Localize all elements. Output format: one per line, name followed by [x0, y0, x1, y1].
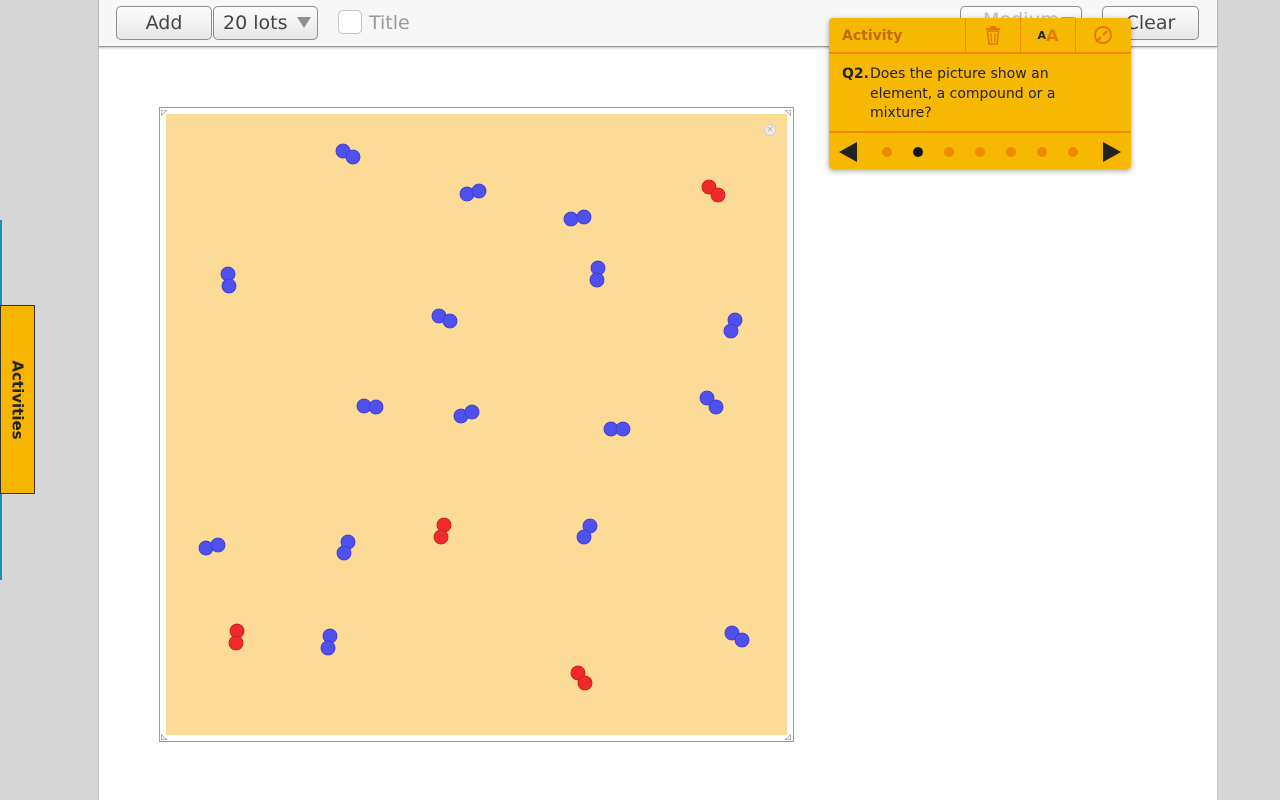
red-molecule — [228, 623, 245, 651]
question-dot[interactable] — [913, 147, 923, 157]
title-checkbox[interactable] — [338, 10, 362, 34]
blue-molecule — [335, 143, 361, 165]
blue-molecule — [356, 398, 384, 415]
blue-molecule — [589, 260, 606, 288]
add-button[interactable]: Add — [116, 6, 212, 40]
blue-molecule — [576, 518, 598, 545]
blue-atom — [589, 272, 605, 288]
question-number: Q2. — [842, 66, 869, 82]
simulation-frame: ◸ ◹ ◺ ◿ × — [159, 107, 794, 742]
red-molecule — [701, 179, 726, 203]
blue-atom — [368, 399, 384, 415]
blue-atom — [471, 183, 487, 199]
blue-atom — [336, 545, 352, 561]
question-dot[interactable] — [944, 147, 954, 157]
blue-atom — [320, 640, 336, 656]
red-molecule — [433, 517, 452, 545]
blue-atom — [708, 399, 724, 415]
font-size-icon[interactable]: AA — [1020, 18, 1075, 52]
question-dot[interactable] — [1037, 147, 1047, 157]
red-atom — [710, 187, 726, 203]
question-dot[interactable] — [1068, 147, 1078, 157]
blue-molecule — [563, 209, 592, 227]
blue-atom — [221, 278, 237, 294]
trash-icon[interactable] — [965, 18, 1020, 52]
blue-atom — [734, 632, 750, 648]
molecules-layer — [198, 143, 750, 691]
title-checkbox-label: Title — [369, 12, 410, 34]
blue-molecule — [453, 404, 480, 424]
blue-molecule — [699, 390, 724, 415]
question: Q2. Does the picture show an element, a … — [842, 65, 1082, 124]
red-atom — [577, 675, 593, 691]
blue-atom — [210, 537, 226, 553]
close-icon[interactable]: × — [764, 124, 776, 136]
blue-molecule — [198, 537, 226, 556]
activity-navigation — [829, 131, 1131, 169]
previous-arrow-icon[interactable] — [839, 142, 857, 162]
blue-molecule — [459, 183, 487, 202]
blue-atom — [442, 313, 458, 329]
question-text: Does the picture show an element, a comp… — [870, 66, 1056, 121]
next-arrow-icon[interactable] — [1103, 142, 1121, 162]
activity-panel: Activity AA Q2. Does the picture show an… — [829, 18, 1131, 169]
blue-molecule — [320, 628, 338, 656]
particle-container[interactable]: × — [166, 114, 787, 735]
blue-atom — [723, 323, 739, 339]
blue-atom — [345, 149, 361, 165]
blue-molecule — [723, 312, 743, 339]
app-window: Activities Add 20 lots Title Medium Clea… — [0, 0, 1280, 800]
blue-atom — [563, 211, 579, 227]
question-dot[interactable] — [975, 147, 985, 157]
blue-molecule — [431, 308, 458, 329]
blue-molecule — [336, 534, 356, 561]
blue-atom — [576, 529, 592, 545]
timer-icon[interactable] — [1075, 18, 1130, 52]
blue-molecule — [220, 266, 237, 294]
activities-tab-label: Activities — [8, 359, 27, 440]
question-dot[interactable] — [882, 147, 892, 157]
red-atom — [433, 529, 449, 545]
red-molecule — [570, 665, 593, 691]
blue-atom — [464, 404, 480, 420]
red-atom — [228, 635, 244, 651]
dropdown-arrow-icon — [297, 17, 311, 28]
blue-molecule — [603, 421, 631, 437]
blue-atom — [576, 209, 592, 225]
activity-title: Activity — [842, 28, 903, 44]
question-dot[interactable] — [1006, 147, 1016, 157]
amount-select-value: 20 lots — [223, 12, 288, 34]
activity-header: Activity AA — [829, 18, 1131, 54]
blue-molecule — [724, 625, 750, 648]
blue-atom — [615, 421, 631, 437]
amount-select[interactable]: 20 lots — [213, 6, 318, 40]
activities-tab[interactable]: Activities — [0, 305, 35, 494]
